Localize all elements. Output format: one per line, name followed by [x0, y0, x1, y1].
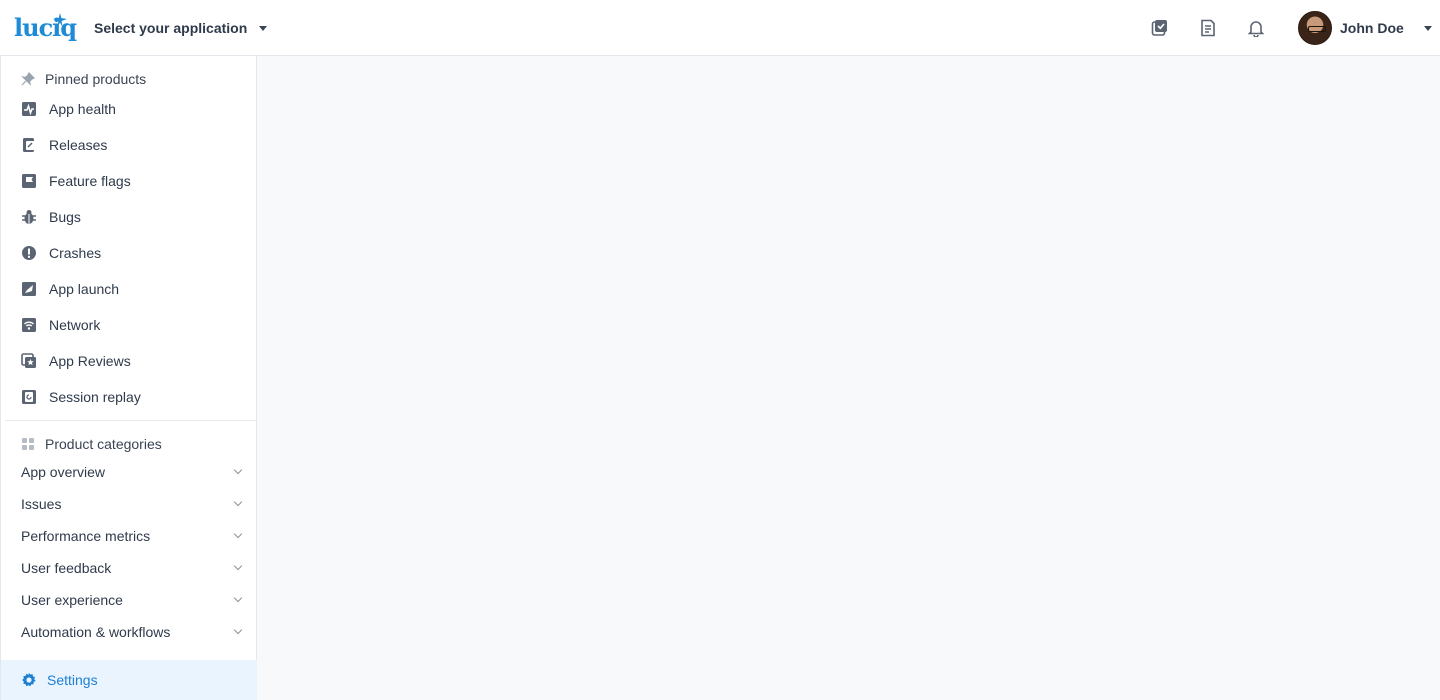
header-actions: [1148, 16, 1268, 40]
sidebar-item-label: Releases: [49, 137, 108, 153]
releases-icon: [21, 137, 37, 153]
user-name: John Doe: [1340, 20, 1404, 36]
user-menu[interactable]: John Doe: [1298, 11, 1432, 45]
gear-icon: [22, 672, 36, 687]
logo-star-icon: [53, 13, 67, 27]
chevron-down-icon: [233, 465, 243, 475]
sidebar-item-network[interactable]: Network: [1, 309, 257, 341]
bell-icon[interactable]: [1244, 16, 1268, 40]
top-bar: luciq Select your application John Doe: [0, 0, 1440, 56]
sidebar-item-label: App health: [49, 101, 116, 117]
sidebar-item-crashes[interactable]: Crashes: [1, 237, 257, 269]
category-label: User feedback: [21, 560, 112, 576]
chevron-down-icon: [233, 497, 243, 507]
sidebar-item-label: Bugs: [49, 209, 81, 225]
chevron-down-icon: [233, 625, 243, 635]
avatar: [1298, 11, 1332, 45]
category-issues[interactable]: Issues: [1, 490, 257, 518]
sidebar-item-app-health[interactable]: App health: [1, 93, 257, 125]
settings-label: Settings: [47, 672, 98, 688]
pinned-products-label: Pinned products: [45, 71, 147, 87]
app-health-icon: [21, 101, 37, 117]
rocket-icon: [21, 281, 37, 297]
notes-icon[interactable]: [1196, 16, 1220, 40]
category-label: User experience: [21, 592, 123, 608]
pinned-products-heading: Pinned products: [21, 70, 146, 88]
pin-icon: [21, 72, 35, 86]
app-selector[interactable]: Select your application: [94, 18, 268, 38]
sidebar-item-label: Session replay: [49, 389, 141, 405]
grid-icon: [22, 438, 34, 450]
category-label: Issues: [21, 496, 62, 512]
sidebar-item-label: Crashes: [49, 245, 102, 261]
sidebar-item-settings[interactable]: Settings: [1, 660, 257, 700]
category-label: Performance metrics: [21, 528, 151, 544]
category-label: Automation & workflows: [21, 624, 171, 640]
category-label: App overview: [21, 464, 106, 480]
sidebar-item-label: App launch: [49, 281, 120, 297]
sidebar: Pinned products App health Releases Feat…: [0, 56, 257, 700]
star-icon: [21, 353, 37, 369]
chevron-down-icon: [233, 561, 243, 571]
category-performance-metrics[interactable]: Performance metrics: [1, 522, 257, 550]
sidebar-item-label: App Reviews: [49, 353, 131, 369]
sidebar-item-session-replay[interactable]: Session replay: [1, 381, 257, 413]
replay-icon: [21, 389, 37, 405]
sidebar-item-app-launch[interactable]: App launch: [1, 273, 257, 305]
sidebar-item-bugs[interactable]: Bugs: [1, 201, 257, 233]
chevron-down-icon: [233, 593, 243, 603]
bug-icon: [21, 209, 37, 225]
wifi-icon: [21, 317, 37, 333]
main-content: [257, 56, 1440, 700]
flag-icon: [21, 173, 37, 189]
category-user-experience[interactable]: User experience: [1, 586, 257, 614]
category-app-overview[interactable]: App overview: [1, 458, 257, 486]
chevron-down-icon: [1423, 25, 1432, 31]
sidebar-item-label: Network: [49, 317, 101, 333]
product-categories-heading: Product categories: [21, 435, 162, 453]
luciq-logo[interactable]: luciq: [14, 13, 78, 43]
app-selector-label: Select your application: [94, 20, 248, 36]
chevron-down-icon: [233, 529, 243, 539]
sidebar-divider: [5, 420, 257, 421]
sidebar-item-releases[interactable]: Releases: [1, 129, 257, 161]
sidebar-item-app-reviews[interactable]: App Reviews: [1, 345, 257, 377]
sidebar-item-feature-flags[interactable]: Feature flags: [1, 165, 257, 197]
crash-icon: [21, 245, 37, 261]
category-automation-workflows[interactable]: Automation & workflows: [1, 618, 257, 646]
chevron-down-icon: [259, 25, 268, 31]
tasks-icon[interactable]: [1148, 16, 1172, 40]
product-categories-label: Product categories: [45, 436, 162, 452]
sidebar-item-label: Feature flags: [49, 173, 131, 189]
category-user-feedback[interactable]: User feedback: [1, 554, 257, 582]
